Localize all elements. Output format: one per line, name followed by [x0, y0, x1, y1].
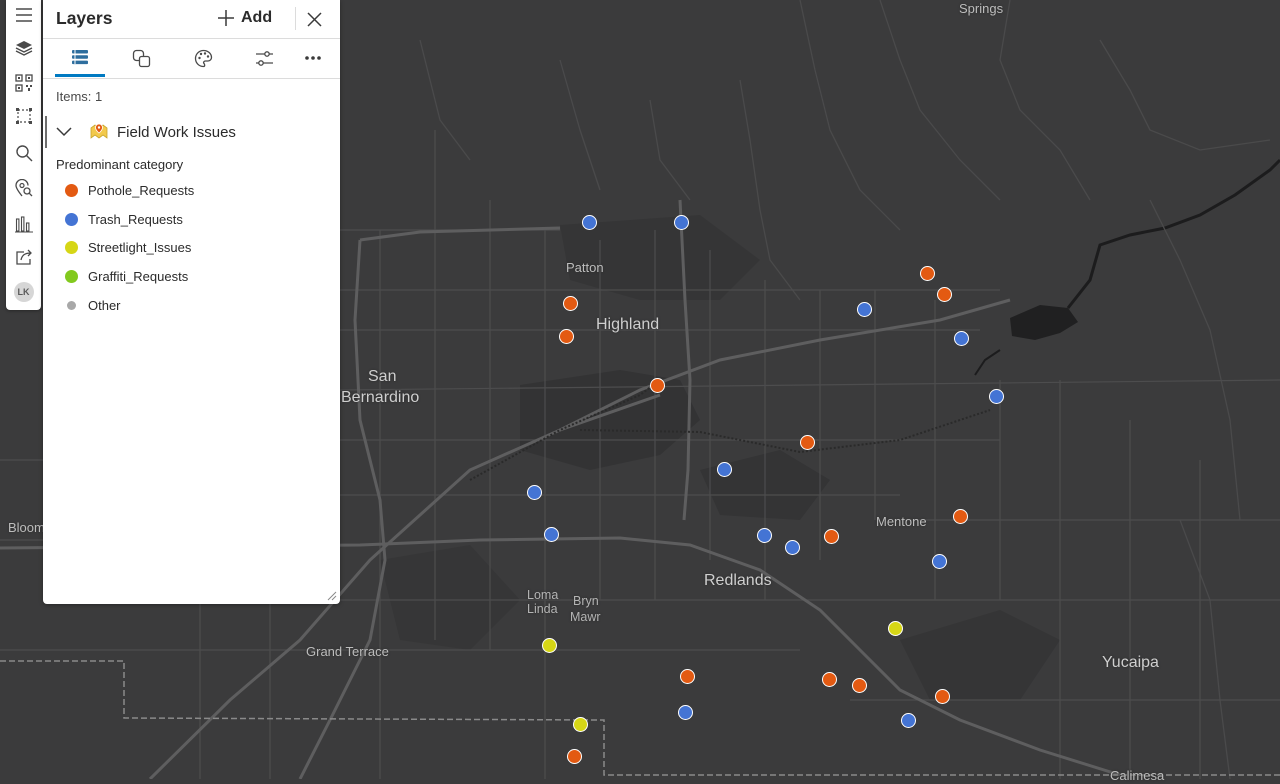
- legend-item-other: Other: [65, 296, 121, 314]
- map-label-bernardino: Bernardino: [341, 389, 420, 406]
- layers-panel: Layers Add Items: 1 Field Work Issues Pr…: [43, 0, 340, 604]
- legend-item-streetlight: Streetlight_Issues: [65, 238, 191, 256]
- search-icon[interactable]: [6, 138, 41, 168]
- menu-icon[interactable]: [6, 0, 41, 30]
- avatar-initials: LK: [13, 282, 34, 302]
- feature-marker[interactable]: [888, 621, 903, 636]
- legend-label: Trash_Requests: [88, 211, 183, 227]
- feature-marker[interactable]: [559, 329, 574, 344]
- legend-swatch: [67, 300, 76, 310]
- legend-label: Graffiti_Requests: [88, 268, 189, 284]
- legend-swatch: [65, 240, 78, 254]
- tab-features[interactable]: [116, 39, 166, 77]
- feature-marker[interactable]: [717, 462, 732, 477]
- tab-properties[interactable]: [239, 39, 289, 77]
- legend-item-pothole: Pothole_Requests: [65, 181, 194, 199]
- panel-title: Layers: [56, 8, 113, 28]
- legend-swatch: [65, 212, 78, 226]
- map-label-springs: Springs: [959, 1, 1004, 16]
- map-label-calimesa: Calimesa: [1110, 768, 1165, 783]
- legend-title: Predominant category: [56, 157, 184, 172]
- tab-layer-list[interactable]: [55, 39, 105, 77]
- feature-marker[interactable]: [935, 689, 950, 704]
- add-layer-button[interactable]: Add: [217, 5, 272, 31]
- feature-marker[interactable]: [563, 296, 578, 311]
- feature-marker[interactable]: [573, 717, 588, 732]
- more-icon: [305, 56, 321, 60]
- feature-marker[interactable]: [567, 749, 582, 764]
- legend-swatch: [65, 183, 78, 197]
- legend-item-graffiti: Graffiti_Requests: [65, 267, 188, 285]
- location-search-icon[interactable]: [6, 173, 41, 203]
- feature-marker[interactable]: [857, 302, 872, 317]
- feature-marker[interactable]: [678, 705, 693, 720]
- sliders-icon: [255, 50, 273, 66]
- feature-marker[interactable]: [800, 435, 815, 450]
- tab-more[interactable]: [288, 39, 338, 77]
- add-layer-label: Add: [241, 9, 273, 26]
- palette-icon: [194, 49, 212, 67]
- action-bar: LK: [6, 0, 41, 310]
- feature-marker[interactable]: [852, 678, 867, 693]
- map-label-yucaipa: Yucaipa: [1102, 654, 1159, 671]
- feature-marker[interactable]: [680, 669, 695, 684]
- qr-code-icon[interactable]: [6, 68, 41, 98]
- feature-marker[interactable]: [674, 215, 689, 230]
- feature-marker[interactable]: [822, 672, 837, 687]
- resize-grip-icon[interactable]: [327, 591, 337, 601]
- feature-marker[interactable]: [582, 215, 597, 230]
- plus-icon: [218, 10, 234, 26]
- feature-marker[interactable]: [785, 540, 800, 555]
- shapes-icon: [132, 49, 150, 67]
- legend-label: Streetlight_Issues: [88, 239, 192, 255]
- feature-marker[interactable]: [954, 331, 969, 346]
- list-icon: [72, 49, 88, 64]
- feature-marker[interactable]: [901, 713, 916, 728]
- chevron-down-icon[interactable]: [56, 125, 72, 139]
- close-panel-button[interactable]: [301, 6, 327, 32]
- feature-marker[interactable]: [650, 378, 665, 393]
- feature-marker[interactable]: [824, 529, 839, 544]
- share-icon[interactable]: [6, 242, 41, 272]
- select-icon[interactable]: [6, 101, 41, 131]
- tab-styles[interactable]: [178, 39, 228, 77]
- panel-tabs: [43, 39, 340, 79]
- map-label-mawr: Mawr: [570, 610, 601, 624]
- map-label-patton: Patton: [566, 260, 604, 275]
- feature-marker[interactable]: [542, 638, 557, 653]
- header-divider: [295, 7, 296, 30]
- map-label-redlands: Redlands: [704, 572, 772, 589]
- map-label-bloom: Bloom: [8, 520, 45, 535]
- feature-marker[interactable]: [932, 554, 947, 569]
- close-icon: [306, 11, 322, 27]
- map-layer-icon: [90, 123, 108, 139]
- feature-marker[interactable]: [953, 509, 968, 524]
- feature-marker[interactable]: [544, 527, 559, 542]
- legend-label: Pothole_Requests: [88, 182, 195, 198]
- layer-selected-accent: [45, 116, 47, 148]
- map-label-san: San: [368, 368, 397, 385]
- feature-marker[interactable]: [527, 485, 542, 500]
- map-label-grand-terrace: Grand Terrace: [306, 644, 389, 659]
- feature-marker[interactable]: [920, 266, 935, 281]
- layers-icon[interactable]: [6, 33, 41, 63]
- panel-header: Layers Add: [43, 0, 340, 39]
- map-label-bryn: Bryn: [573, 594, 599, 608]
- feature-marker[interactable]: [937, 287, 952, 302]
- items-count: Items: 1: [56, 89, 103, 104]
- feature-marker[interactable]: [989, 389, 1004, 404]
- feature-marker[interactable]: [757, 528, 772, 543]
- legend-label: Other: [88, 297, 121, 313]
- legend-item-trash: Trash_Requests: [65, 210, 183, 228]
- chart-icon[interactable]: [6, 209, 41, 239]
- layer-name: Field Work Issues: [117, 124, 236, 141]
- map-label-mentone: Mentone: [876, 514, 927, 529]
- legend-swatch: [65, 269, 78, 283]
- map-label-linda: Linda: [527, 602, 558, 616]
- user-avatar[interactable]: LK: [6, 277, 41, 307]
- map-label-highland: Highland: [596, 316, 660, 333]
- layer-item-field-work-issues[interactable]: Field Work Issues: [43, 116, 340, 148]
